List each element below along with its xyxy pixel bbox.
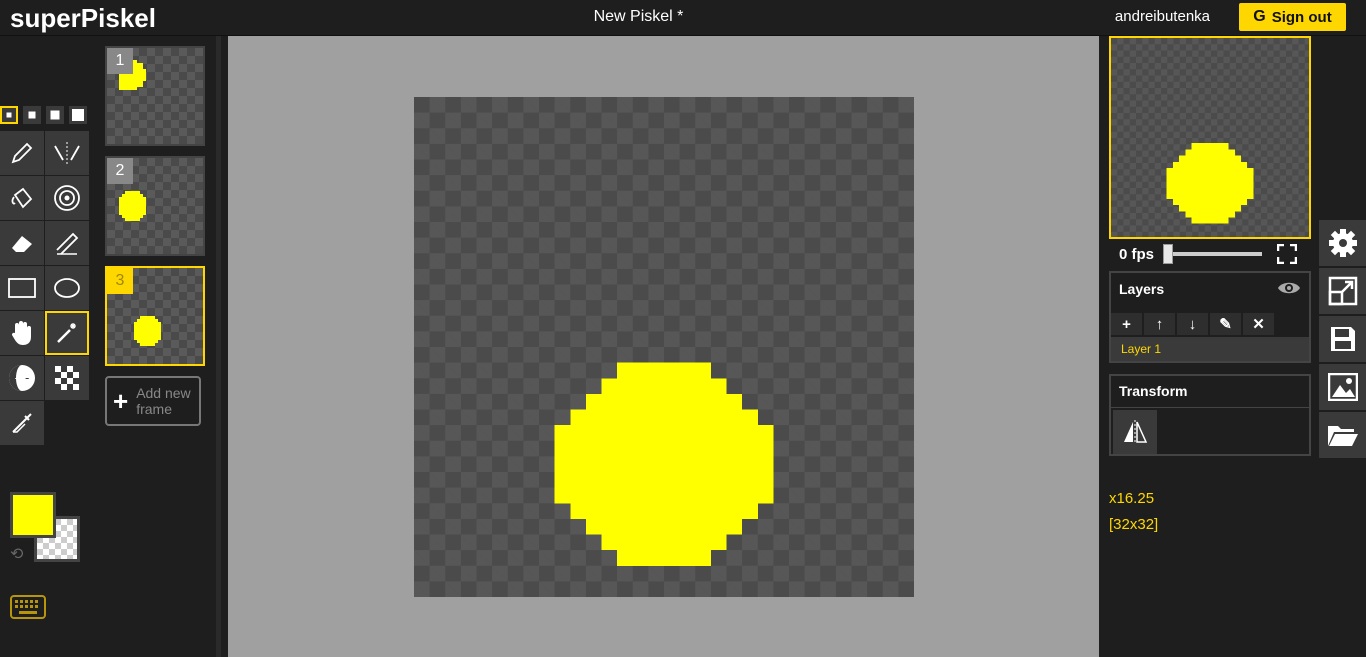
frame-number: 3 <box>107 268 133 294</box>
flip-icon <box>1124 420 1148 444</box>
export-button[interactable] <box>1319 364 1366 410</box>
lighten-icon: + - <box>9 365 35 391</box>
drawing-stage[interactable] <box>228 36 1099 657</box>
lighten-tool[interactable]: + - <box>0 356 44 400</box>
layer-actions: + ↑ ↓ ✎ ✕ <box>1111 313 1274 335</box>
right-panel: 0 fps Layers + ↑ ↓ ✎ ✕ Layer 1 Transform… <box>1099 36 1319 657</box>
tools-panel: + - ⟲ <box>0 36 90 657</box>
frame-number: 2 <box>107 158 133 184</box>
eraser-icon <box>12 236 32 252</box>
stroke-tool[interactable] <box>45 221 89 265</box>
sign-out-label: Sign out <box>1271 8 1332 26</box>
fps-slider[interactable] <box>1163 244 1263 264</box>
canvas-sprite <box>554 362 774 566</box>
piskel-title[interactable]: New Piskel * <box>0 8 1277 26</box>
panel-divider <box>216 36 221 657</box>
stroke-icon <box>56 232 79 255</box>
paint-same-pixels-tool[interactable] <box>45 176 89 220</box>
circle-tool[interactable] <box>45 266 89 310</box>
layers-panel: Layers + ↑ ↓ ✎ ✕ Layer 1 <box>1109 271 1311 363</box>
settings-icon <box>1328 229 1357 257</box>
frame-thumbnail-1[interactable]: 1 <box>105 46 205 146</box>
fps-controls: 0 fps <box>1109 240 1311 268</box>
google-icon: G <box>1253 8 1266 25</box>
pen-size-2[interactable] <box>23 106 41 124</box>
canvas-info: x16.25 [32x32] <box>1109 486 1158 538</box>
svg-text:-: - <box>25 371 29 385</box>
save-button[interactable] <box>1319 316 1366 362</box>
pen-size-3[interactable] <box>46 106 64 124</box>
settings-button[interactable] <box>1319 220 1366 266</box>
zoom-level: x16.25 <box>1109 490 1155 507</box>
transform-panel: Transform <box>1109 374 1311 456</box>
layers-title: Layers <box>1111 273 1309 305</box>
vertical-mirror-pen-icon <box>54 142 80 164</box>
fps-label: 0 fps <box>1119 245 1155 263</box>
dithering-tool[interactable] <box>45 356 89 400</box>
rectangle-icon <box>8 278 36 298</box>
add-new-frame-button[interactable]: + Add new frame <box>105 376 201 426</box>
keyboard-shortcuts-icon[interactable] <box>10 594 46 625</box>
color-picker-icon <box>12 413 32 433</box>
eraser-tool[interactable] <box>0 221 44 265</box>
pen-tool[interactable] <box>0 131 44 175</box>
layer-item[interactable]: Layer 1 <box>1111 337 1309 361</box>
animation-preview[interactable] <box>1109 36 1311 239</box>
paint-same-pixels-icon <box>54 185 80 211</box>
canvas-size: [32x32] <box>1109 516 1159 533</box>
resize-button[interactable] <box>1319 268 1366 314</box>
import-button[interactable] <box>1319 412 1366 458</box>
move-hand-icon <box>11 321 31 345</box>
primary-color[interactable] <box>10 492 56 538</box>
fullscreen-icon[interactable] <box>1277 244 1297 264</box>
settings-toolbar <box>1319 220 1366 460</box>
vertical-mirror-pen-tool[interactable] <box>45 131 89 175</box>
move-tool[interactable] <box>0 311 44 355</box>
transform-title: Transform <box>1111 376 1309 408</box>
move-layer-up-button[interactable]: ↑ <box>1144 313 1175 335</box>
pen-size-4[interactable] <box>69 106 87 124</box>
add-layer-button[interactable]: + <box>1111 313 1142 335</box>
frame-thumbnail-3[interactable]: 3 <box>105 266 205 366</box>
drawing-canvas[interactable] <box>414 97 914 597</box>
frame-thumbnail-2[interactable]: 2 <box>105 156 205 256</box>
eye-icon[interactable] <box>1277 279 1301 297</box>
pen-size-1[interactable] <box>0 106 18 124</box>
move-layer-down-button[interactable]: ↓ <box>1177 313 1208 335</box>
rename-layer-button[interactable]: ✎ <box>1210 313 1241 335</box>
top-bar: superPiskel New Piskel * andreibutenka G… <box>0 0 1366 36</box>
dithering-icon <box>55 366 79 390</box>
add-frame-label: Add new frame <box>136 385 191 417</box>
color-picker-tool[interactable] <box>0 401 44 445</box>
save-icon <box>1330 327 1355 351</box>
pen-size-selector <box>0 106 87 124</box>
plus-icon: + <box>113 386 129 416</box>
rectangle-tool[interactable] <box>0 266 44 310</box>
flip-horizontal-button[interactable] <box>1113 410 1157 454</box>
fps-slider-thumb[interactable] <box>1163 244 1174 264</box>
pen-icon <box>11 142 33 164</box>
preview-sprite <box>1166 143 1254 224</box>
paint-bucket-tool[interactable] <box>0 176 44 220</box>
username: andreibutenka <box>1114 8 1210 25</box>
svg-text:+: + <box>14 372 23 385</box>
export-image-icon <box>1327 373 1358 401</box>
resize-icon <box>1328 276 1357 306</box>
sign-out-button[interactable]: G Sign out <box>1239 3 1346 31</box>
magic-wand-tool[interactable] <box>45 311 89 355</box>
open-folder-icon <box>1327 426 1358 446</box>
magic-wand-select-icon <box>57 323 76 343</box>
delete-layer-button[interactable]: ✕ <box>1243 313 1274 335</box>
circle-icon <box>54 278 80 298</box>
paint-bucket-icon <box>11 187 33 209</box>
frame-number: 1 <box>107 48 133 74</box>
swap-colors-icon[interactable]: ⟲ <box>10 544 23 564</box>
